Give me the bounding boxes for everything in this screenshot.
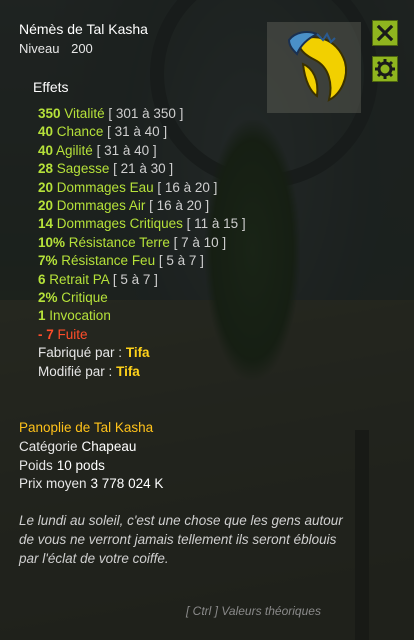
item-info: Catégorie Chapeau Poids 10 pods Prix moyen… — [19, 438, 163, 494]
effects-list: 350 Vitalité [ 301 à 350 ] 40 Chance [ 3… — [38, 105, 278, 381]
item-image-frame — [267, 22, 361, 113]
effect-line: 40 Agilité [ 31 à 40 ] — [38, 142, 157, 158]
effect-line: 7% Résistance Feu [ 5 à 7 ] — [38, 253, 204, 269]
crafted-by: Fabriqué par : Tifa — [38, 345, 150, 361]
effect-line: 20 Dommages Air [ 16 à 20 ] — [38, 198, 210, 214]
modified-by: Modifié par : Tifa — [38, 363, 140, 379]
effect-line: 40 Chance [ 31 à 40 ] — [38, 124, 168, 140]
effect-line: 10% Résistance Terre [ 7 à 10 ] — [38, 234, 227, 250]
category-row: Catégorie Chapeau — [19, 439, 137, 454]
weight-row: Poids 10 pods — [19, 457, 105, 473]
item-level: Niveau 200 — [19, 41, 93, 56]
effect-line: 20 Dommages Eau [ 16 à 20 ] — [38, 179, 218, 195]
gear-icon — [375, 59, 395, 79]
theoretical-values-hint: [ Ctrl ] Valeurs théoriques — [186, 604, 321, 618]
item-name: Némès de Tal Kasha — [19, 21, 148, 37]
effect-line: 1 Invocation — [38, 308, 111, 324]
effect-line: 14 Dommages Critiques [ 11 à 15 ] — [38, 216, 246, 232]
close-icon — [376, 24, 394, 42]
level-label: Niveau — [19, 41, 60, 56]
modifier-name: Tifa — [116, 363, 140, 379]
settings-button[interactable] — [372, 56, 398, 82]
close-button[interactable] — [372, 20, 398, 46]
effect-line: 6 Retrait PA [ 5 à 7 ] — [38, 271, 158, 287]
level-value: 200 — [71, 41, 93, 56]
effect-line: 350 Vitalité [ 301 à 350 ] — [38, 106, 184, 121]
effect-line: 28 Sagesse [ 21 à 30 ] — [38, 161, 174, 177]
nemes-helmet-icon — [287, 31, 347, 102]
effect-line: 2% Critique — [38, 290, 108, 306]
set-name-link[interactable]: Panoplie de Tal Kasha — [19, 420, 153, 435]
effects-heading: Effets — [33, 79, 69, 95]
price-row: Prix moyen 3 778 024 K — [19, 476, 164, 491]
item-tooltip-panel: Némès de Tal Kasha Niveau 200 Effets 350… — [0, 0, 414, 640]
crafter-name: Tifa — [125, 345, 150, 361]
malus-line: - 7 Fuite — [38, 326, 88, 342]
item-description: Le lundi au soleil, c'est une chose que … — [19, 513, 343, 566]
